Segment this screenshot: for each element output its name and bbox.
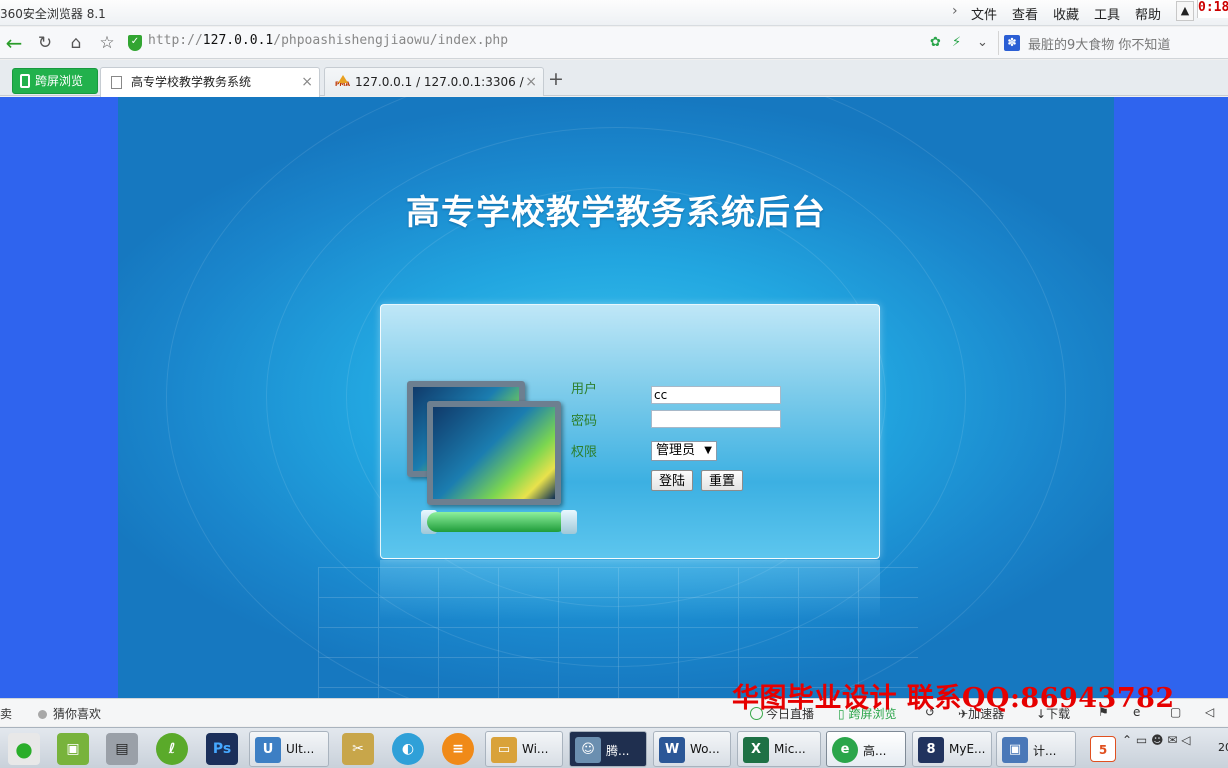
excel-icon: X [743, 737, 769, 763]
tab-phpmyadmin[interactable]: PMA 127.0.0.1 / 127.0.0.1:3306 / × [324, 67, 544, 96]
system-tray[interactable]: ⌃ ▭ ☻ ✉ ◁ [1122, 733, 1190, 747]
separator [998, 31, 999, 55]
connector-illustration [561, 510, 577, 534]
close-tab-icon[interactable]: × [525, 68, 537, 96]
task-label: Wo... [690, 742, 720, 756]
login-background: 高专学校教学教务系统后台 用户 密码 权限 管理员 ▼ 登陆 重置 [118, 97, 1114, 698]
page-favicon-icon [111, 76, 122, 89]
guess-label: 猜你喜欢 [53, 707, 102, 721]
panel-reflection [380, 560, 880, 620]
taskbar-task-browser[interactable]: e 高... [826, 731, 906, 767]
role-select[interactable]: 管理员 ▼ [651, 441, 717, 461]
globe-icon[interactable]: ◐ [392, 733, 424, 765]
task-label: 腾... [606, 744, 630, 758]
clock-display: 0:18 [1197, 0, 1228, 18]
android-icon[interactable]: ▣ [57, 733, 89, 765]
taskbar: ● ▣ ▤ ℓ Ps U Ult... ✂ ◐ ≡ ▭ Wi... ☺ 腾... WW… [0, 727, 1228, 768]
word-icon: W [659, 737, 685, 763]
task-label: Wi... [522, 742, 549, 756]
cross-screen-label: 跨屏浏览 [35, 74, 84, 88]
folder-icon: ▭ [491, 737, 517, 763]
login-button[interactable]: 登陆 [651, 470, 694, 491]
phpmyadmin-favicon-icon: PMA [335, 75, 351, 89]
task-label: 计... [1033, 744, 1057, 758]
phone-icon [20, 74, 30, 88]
task-label: MyE... [949, 742, 986, 756]
cross-screen-button[interactable]: 跨屏浏览 [12, 68, 98, 94]
myeclipse-icon: 8 [918, 737, 944, 763]
navigation-bar: ← ↻ ⌂ ☆ ✓ http://127.0.0.1/phpoashisheng… [0, 27, 1228, 59]
tab-label: 高专学校教学教务系统 [131, 75, 252, 89]
task-label: 高... [863, 744, 887, 758]
dot-icon [38, 710, 47, 719]
compat-mode-icon[interactable]: ✿ [930, 35, 941, 51]
cable-illustration [427, 512, 567, 532]
database-icon[interactable]: ≡ [442, 733, 474, 765]
dropdown-arrow-icon: ▼ [704, 445, 712, 456]
search-engine-icon[interactable]: ✽ [1004, 35, 1020, 51]
menu-view[interactable]: 查看 [1012, 4, 1038, 23]
page-title: 高专学校教学教务系统后台 [406, 193, 826, 233]
tab-system[interactable]: 高专学校教学教务系统 × [100, 67, 320, 97]
taskbar-task-word[interactable]: W Wo... [653, 731, 731, 767]
menu-help[interactable]: 帮助 [1135, 4, 1161, 23]
dreamweaver-icon[interactable]: ℓ [156, 733, 188, 765]
search-input[interactable]: 最脏的9大食物 你不知道 [1028, 34, 1170, 53]
taskbar-task-myeclipse[interactable]: 8 MyE... [912, 731, 992, 767]
task-label: Ult... [286, 742, 315, 756]
username-input[interactable] [651, 386, 781, 404]
computer-icon: ▣ [1002, 737, 1028, 763]
speed-mode-icon[interactable]: ⚡ [952, 35, 961, 51]
guess-you-like-link[interactable]: 猜你喜欢 [38, 705, 101, 722]
tab-bar: 跨屏浏览 高专学校教学教务系统 × PMA 127.0.0.1 / 127.0.… [0, 60, 1228, 97]
app-icon: U [255, 737, 281, 763]
watermark-text: 华图毕业设计 联系QQ:86943782 [732, 683, 1175, 714]
window-title: 360安全浏览器 8.1 [0, 7, 106, 21]
page-viewport: 高专学校教学教务系统后台 用户 密码 权限 管理员 ▼ 登陆 重置 [0, 97, 1228, 698]
menu-chevron-icon[interactable]: › [952, 3, 958, 19]
role-label: 权限 [571, 445, 598, 460]
security-shield-icon[interactable]: ✓ [128, 35, 142, 51]
close-tab-icon[interactable]: × [301, 68, 313, 96]
menu-favorites[interactable]: 收藏 [1053, 4, 1079, 23]
device-manager-icon[interactable]: ▤ [106, 733, 138, 765]
back-arrow-icon[interactable]: ← [2, 31, 26, 55]
taskbar-date: 20 [1218, 741, 1228, 754]
browser-icon: e [832, 737, 858, 763]
url-host: 127.0.0.1 [202, 33, 274, 48]
login-panel: 用户 密码 权限 管理员 ▼ 登陆 重置 [380, 304, 880, 559]
dropdown-chevron-icon[interactable]: ⌄ [977, 35, 988, 51]
photoshop-icon[interactable]: Ps [206, 733, 238, 765]
menu-tools[interactable]: 工具 [1094, 4, 1120, 23]
taskbar-task-explorer[interactable]: ▭ Wi... [485, 731, 563, 767]
password-label: 密码 [571, 414, 598, 429]
tools-icon[interactable]: ✂ [342, 733, 374, 765]
taskbar-task-computer[interactable]: ▣ 计... [996, 731, 1076, 767]
tab-label: 127.0.0.1 / 127.0.0.1:3306 / [355, 75, 524, 89]
home-icon[interactable]: ⌂ [64, 31, 88, 55]
reset-button[interactable]: 重置 [701, 470, 744, 491]
window-titlebar: 360安全浏览器 8.1 › 文件 查看 收藏 工具 帮助 ▲ 0:18 [0, 0, 1228, 26]
taskbar-task-ultra[interactable]: U Ult... [249, 731, 329, 767]
address-input[interactable]: http://127.0.0.1/phpoashishengjiaowu/ind… [148, 33, 908, 48]
user-label: 用户 [571, 382, 598, 397]
status-cut-text: 卖 [0, 707, 13, 721]
taskbar-task-excel[interactable]: X Mic... [737, 731, 821, 767]
taskbar-task-qq[interactable]: ☺ 腾... [569, 731, 647, 767]
url-path: /phpoashishengjiaowu/index.php [273, 33, 509, 48]
refresh-icon[interactable]: ↻ [33, 31, 57, 55]
task-label: Mic... [774, 742, 806, 756]
volume-icon[interactable]: ◁ [1205, 705, 1214, 719]
html5-icon[interactable]: 5 [1090, 736, 1116, 762]
menu-file[interactable]: 文件 [971, 4, 997, 23]
monitor-front-illustration [427, 401, 561, 505]
avatar-icon: ☺ [575, 737, 601, 763]
wechat-icon[interactable]: ● [8, 733, 40, 765]
skin-icon[interactable]: ▲ [1176, 1, 1194, 21]
star-icon[interactable]: ☆ [95, 31, 119, 55]
role-select-value: 管理员 [656, 443, 696, 458]
password-input[interactable] [651, 410, 781, 428]
url-scheme: http:// [148, 33, 203, 48]
new-tab-icon[interactable]: + [548, 68, 564, 90]
